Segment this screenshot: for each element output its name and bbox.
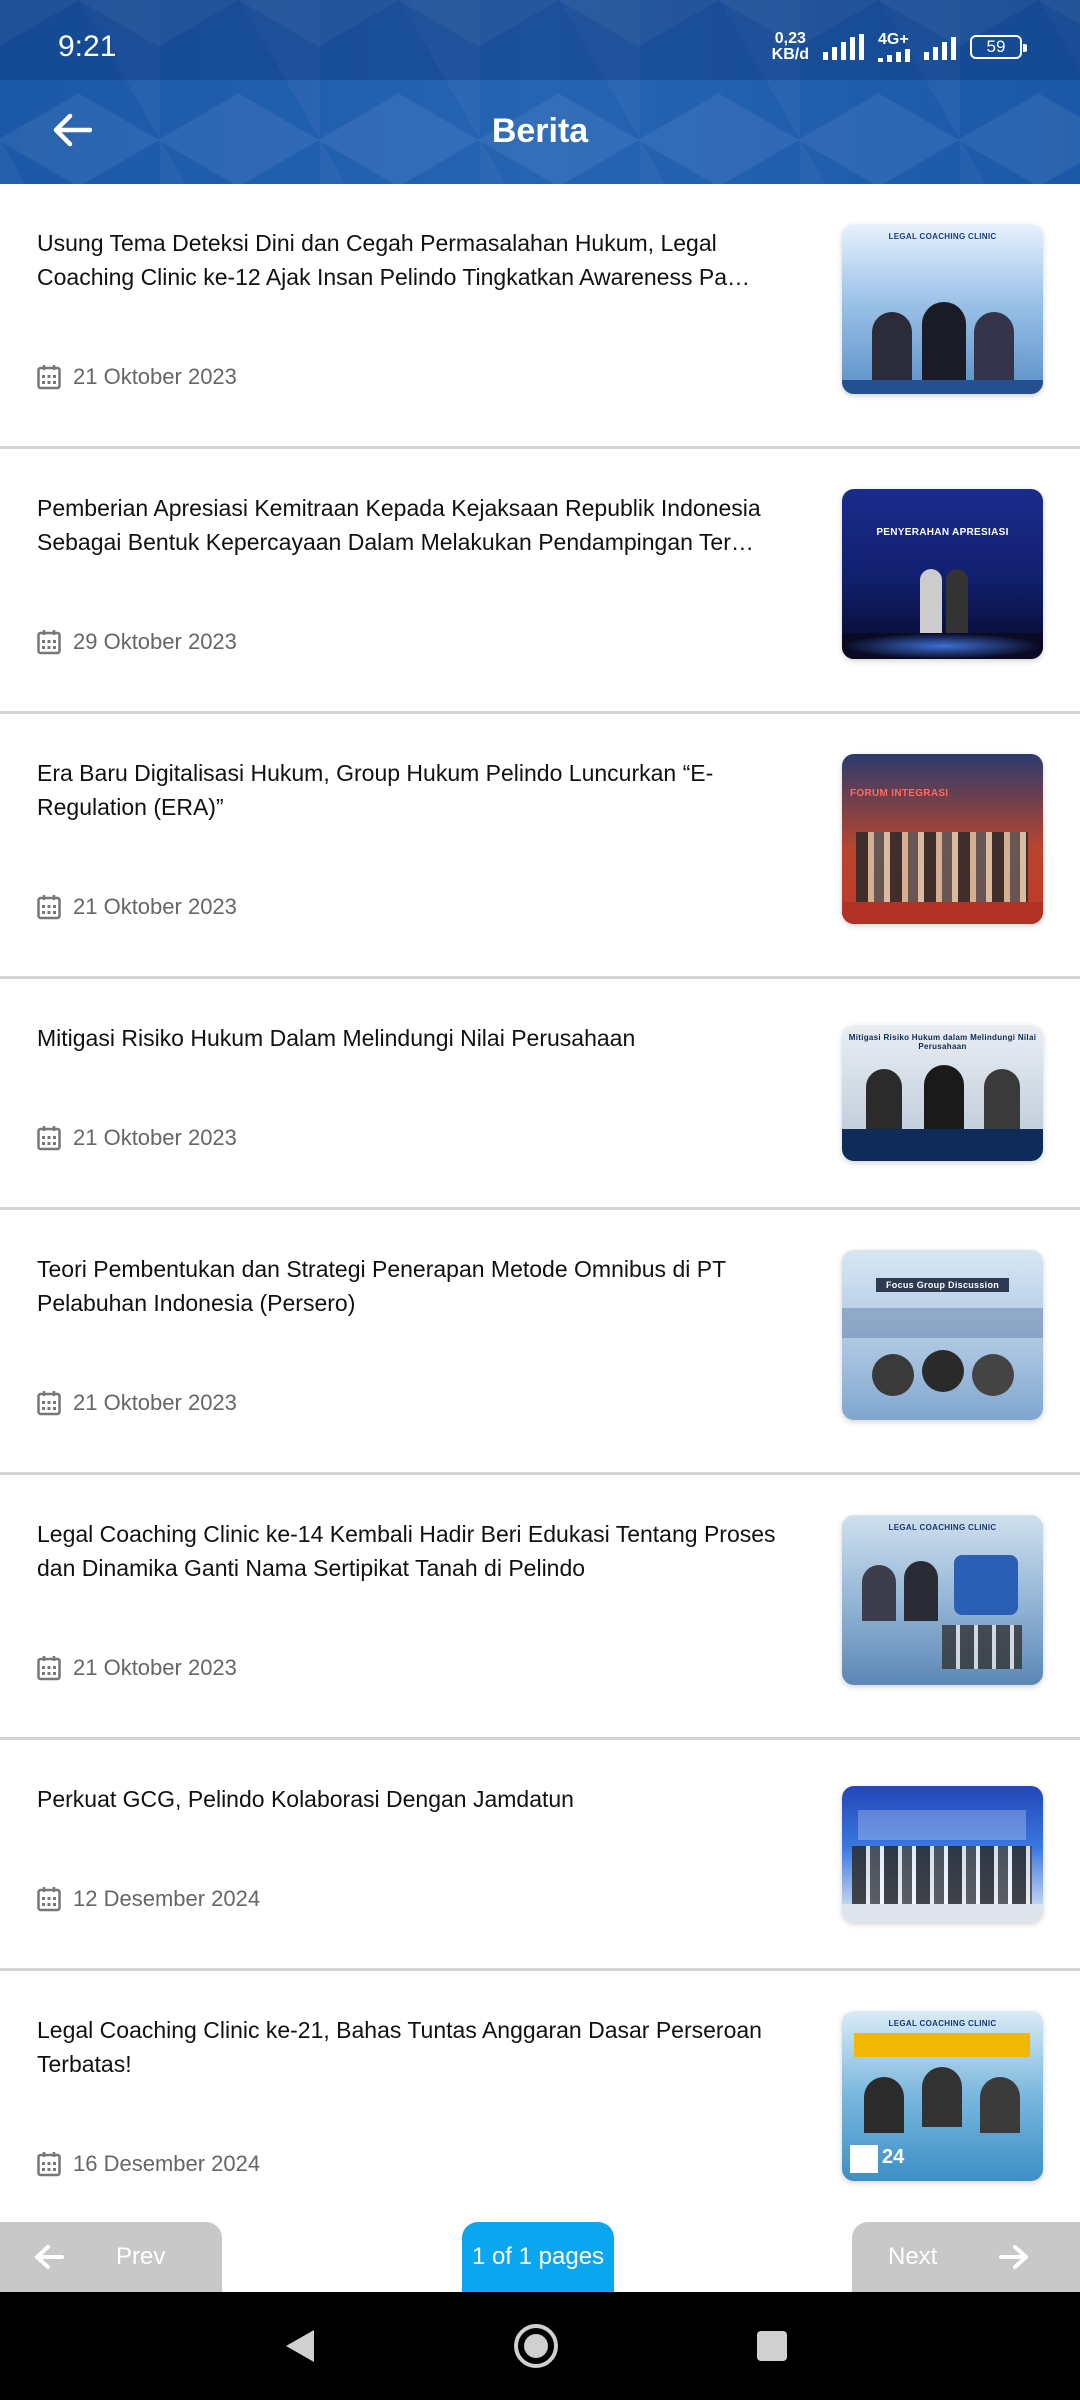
- news-date: 21 Oktober 2023: [37, 1125, 237, 1151]
- signal-icon-secondary: [878, 48, 910, 62]
- news-item[interactable]: Perkuat GCG, Pelindo Kolaborasi Dengan J…: [0, 1740, 1080, 1971]
- nav-home-button[interactable]: [512, 2322, 560, 2370]
- news-date: 21 Oktober 2023: [37, 364, 237, 390]
- news-title: Usung Tema Deteksi Dini dan Cegah Permas…: [37, 230, 750, 290]
- thumbnail-caption: Mitigasi Risiko Hukum dalam Melindungi N…: [848, 1033, 1037, 1051]
- news-title: Perkuat GCG, Pelindo Kolaborasi Dengan J…: [37, 1786, 574, 1812]
- signal-icon: [823, 34, 864, 60]
- triangle-back-icon: [286, 2330, 314, 2362]
- news-item[interactable]: Teori Pembentukan dan Strategi Penerapan…: [0, 1210, 1080, 1475]
- arrow-right-icon: [999, 2245, 1029, 2269]
- news-date-text: 16 Desember 2024: [73, 2151, 261, 2176]
- news-thumbnail: Mitigasi Risiko Hukum dalam Melindungi N…: [842, 1025, 1043, 1161]
- news-title: Teori Pembentukan dan Strategi Penerapan…: [37, 1256, 726, 1316]
- page-indicator: 1 of 1 pages: [462, 2222, 614, 2292]
- news-item[interactable]: Legal Coaching Clinic ke-14 Kembali Hadi…: [0, 1475, 1080, 1740]
- news-item[interactable]: Usung Tema Deteksi Dini dan Cegah Permas…: [0, 184, 1080, 449]
- news-date-text: 21 Oktober 2023: [73, 1655, 237, 1680]
- signal-icon-2: [924, 34, 956, 60]
- news-list: Usung Tema Deteksi Dini dan Cegah Permas…: [0, 184, 1080, 2236]
- news-thumbnail: [842, 1786, 1043, 1922]
- news-title: Era Baru Digitalisasi Hukum, Group Hukum…: [37, 760, 714, 820]
- status-icons: 0,23 KB/d 4G+ 59: [772, 30, 1027, 64]
- news-item[interactable]: Pemberian Apresiasi Kemitraan Kepada Kej…: [0, 449, 1080, 714]
- news-date: 29 Oktober 2023: [37, 629, 237, 655]
- calendar-icon: [37, 895, 61, 920]
- thumbnail-caption: Focus Group Discussion: [876, 1278, 1009, 1292]
- square-recents-icon: [757, 2331, 787, 2361]
- news-date: 16 Desember 2024: [37, 2151, 260, 2177]
- calendar-icon: [37, 1656, 61, 1681]
- system-nav-bar: [0, 2292, 1080, 2400]
- page-title: Berita: [491, 112, 589, 150]
- news-date-text: 21 Oktober 2023: [73, 364, 237, 389]
- news-date: 21 Oktober 2023: [37, 894, 237, 920]
- news-date-text: 29 Oktober 2023: [73, 629, 237, 654]
- news-thumbnail: LEGAL COACHING CLINIC 24: [842, 2011, 1043, 2181]
- calendar-icon: [37, 630, 61, 655]
- app-header: 9:21 0,23 KB/d 4G+ 59 Berita: [0, 0, 1080, 184]
- status-time: 9:21: [58, 30, 117, 63]
- battery-level: 59: [986, 37, 1006, 56]
- net-speed: 0,23 KB/d: [772, 31, 809, 63]
- news-date: 21 Oktober 2023: [37, 1655, 237, 1681]
- news-date-text: 21 Oktober 2023: [73, 1390, 237, 1415]
- news-item[interactable]: Era Baru Digitalisasi Hukum, Group Hukum…: [0, 714, 1080, 979]
- thumbnail-caption: PENYERAHAN APRESIASI: [876, 527, 1009, 538]
- status-bar: 9:21 0,23 KB/d 4G+ 59: [0, 0, 1080, 80]
- news-thumbnail: FORUM INTEGRASI: [842, 754, 1043, 924]
- news-title: Mitigasi Risiko Hukum Dalam Melindungi N…: [37, 1025, 636, 1051]
- nav-recents-button[interactable]: [748, 2322, 796, 2370]
- news-date: 12 Desember 2024: [37, 1886, 260, 1912]
- news-thumbnail: LEGAL COACHING CLINIC: [842, 224, 1043, 394]
- thumbnail-caption: FORUM INTEGRASI: [850, 788, 949, 799]
- news-item[interactable]: Legal Coaching Clinic ke-21, Bahas Tunta…: [0, 1971, 1080, 2236]
- news-date-text: 21 Oktober 2023: [73, 1125, 237, 1150]
- news-thumbnail: PENYERAHAN APRESIASI: [842, 489, 1043, 659]
- battery-icon: 59: [970, 35, 1027, 59]
- next-page-button[interactable]: Next: [852, 2222, 1080, 2292]
- calendar-icon: [37, 1391, 61, 1416]
- news-thumbnail: Focus Group Discussion: [842, 1250, 1043, 1420]
- next-label: Next: [888, 2243, 938, 2270]
- arrow-left-icon: [35, 2245, 64, 2269]
- news-thumbnail: LEGAL COACHING CLINIC: [842, 1515, 1043, 1685]
- nav-back-button[interactable]: [276, 2322, 324, 2370]
- calendar-icon: [37, 365, 61, 390]
- news-title: Pemberian Apresiasi Kemitraan Kepada Kej…: [37, 495, 761, 555]
- news-date-text: 12 Desember 2024: [73, 1886, 261, 1911]
- prev-page-button[interactable]: Prev: [0, 2222, 222, 2292]
- thumbnail-caption: LEGAL COACHING CLINIC: [888, 2019, 997, 2028]
- calendar-icon: [37, 1887, 61, 1912]
- news-title: Legal Coaching Clinic ke-14 Kembali Hadi…: [37, 1521, 776, 1581]
- calendar-icon: [37, 2152, 61, 2177]
- news-title: Legal Coaching Clinic ke-21, Bahas Tunta…: [37, 2017, 762, 2077]
- thumbnail-caption: LEGAL COACHING CLINIC: [888, 1523, 997, 1532]
- news-date: 21 Oktober 2023: [37, 1390, 237, 1416]
- net-speed-unit: KB/d: [771, 46, 809, 63]
- news-date-text: 21 Oktober 2023: [73, 894, 237, 919]
- network-type: 4G+: [878, 31, 909, 48]
- circle-home-icon: [514, 2324, 558, 2368]
- net-speed-value: 0,23: [774, 30, 806, 47]
- thumbnail-caption: LEGAL COACHING CLINIC: [888, 232, 997, 241]
- news-item[interactable]: Mitigasi Risiko Hukum Dalam Melindungi N…: [0, 979, 1080, 1210]
- calendar-icon: [37, 1126, 61, 1151]
- prev-label: Prev: [116, 2243, 166, 2270]
